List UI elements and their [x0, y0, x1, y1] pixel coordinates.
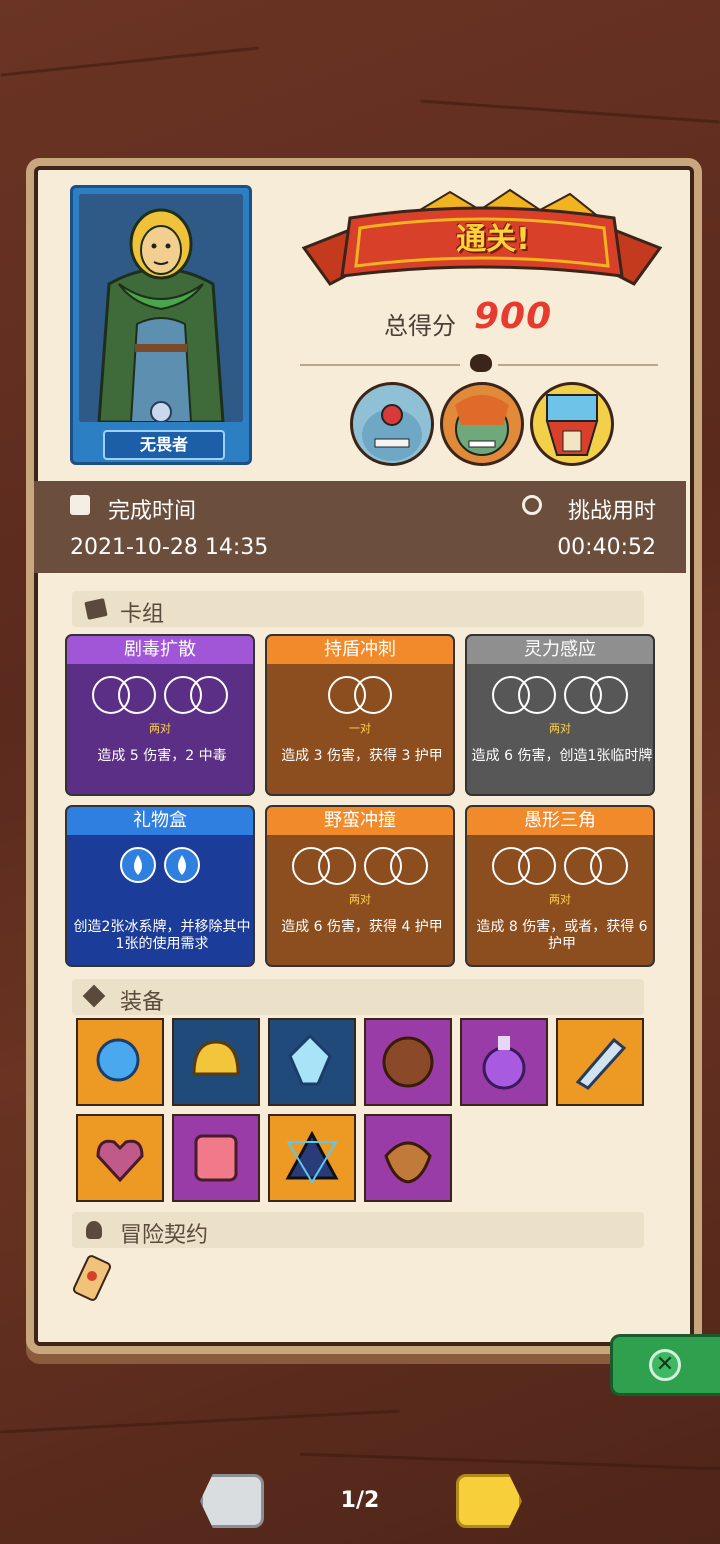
card-description: 造成 6 伤害，创造1张临时牌	[471, 748, 653, 764]
boss-portrait-masked[interactable]	[530, 382, 614, 466]
finish-time-label: 完成时间	[108, 499, 197, 524]
ring-pair-icon	[492, 676, 556, 714]
equipment-heading: 装备	[120, 990, 165, 1015]
deck-card[interactable]: 持盾冲刺一对造成 3 伤害，获得 3 护甲	[265, 634, 455, 796]
purple-potion-icon	[462, 1036, 546, 1108]
boss-portrait-orc[interactable]	[440, 382, 524, 466]
deck-card[interactable]: 愚形三角两对造成 8 伤害，或者，获得 6 护甲	[465, 805, 655, 967]
water-drop-icon	[164, 847, 200, 883]
equipment-slot[interactable]	[460, 1018, 548, 1106]
card-description: 造成 6 伤害，获得 4 护甲	[281, 919, 443, 935]
deck-card[interactable]: 灵力感应两对造成 6 伤害，创造1张临时牌	[465, 634, 655, 796]
broken-blade-icon	[558, 1037, 642, 1108]
card-title: 灵力感应	[467, 636, 653, 664]
ring-pair-icon	[564, 847, 628, 885]
person-icon	[86, 1221, 102, 1239]
blue-orb-icon	[78, 1038, 162, 1108]
golden-helmet-icon	[174, 1040, 258, 1108]
card-requirement	[67, 676, 253, 714]
card-requirement-label: 两对	[149, 722, 171, 735]
equipment-slot[interactable]	[556, 1018, 644, 1106]
ring-pair-icon	[292, 847, 356, 885]
hero-portrait	[79, 194, 243, 422]
card-requirement	[67, 847, 253, 883]
card-title: 野蛮冲撞	[267, 807, 453, 835]
cards-icon	[84, 598, 108, 620]
equipment-section-header: 装备	[72, 979, 644, 1015]
scroll-contract-icon[interactable]	[70, 1254, 114, 1306]
card-requirement-label: 一对	[349, 722, 371, 735]
equipment-slot[interactable]	[364, 1114, 452, 1202]
melting-block-icon	[174, 1134, 258, 1204]
ring-pair-icon	[492, 847, 556, 885]
wood-grain	[420, 99, 720, 124]
card-description: 造成 5 伤害，2 中毒	[97, 748, 227, 764]
next-page-button[interactable]	[456, 1474, 522, 1528]
boss-portrait-cyclops[interactable]	[350, 382, 434, 466]
card-requirement	[467, 676, 653, 714]
ring-pair-icon	[564, 676, 628, 714]
card-requirement-label: 两对	[549, 893, 571, 906]
ring-pair-icon	[364, 847, 428, 885]
equipment-slot[interactable]	[364, 1018, 452, 1106]
calendar-icon	[70, 495, 90, 515]
thorny-heart-icon	[78, 1139, 162, 1204]
ring-pair-icon	[164, 676, 228, 714]
score-value: 900	[474, 296, 553, 337]
time-bar: 完成时间 2021-10-28 14:35 挑战用时 00:40:52	[34, 481, 686, 573]
card-description: 造成 3 伤害，获得 3 护甲	[281, 748, 443, 764]
wooden-button-icon	[366, 1036, 450, 1108]
card-requirement	[467, 847, 653, 885]
score-label: 总得分	[384, 312, 456, 340]
prev-page-button[interactable]	[200, 1474, 264, 1528]
hero-name: 无畏者	[103, 430, 225, 460]
deck-card[interactable]: 剧毒扩散两对造成 5 伤害，2 中毒	[65, 634, 255, 796]
close-button[interactable]: ✕	[610, 1334, 720, 1396]
card-title: 愚形三角	[467, 807, 653, 835]
page-indicator: 1/2	[340, 1488, 380, 1513]
victory-title: 通关!	[456, 222, 530, 257]
card-requirement	[267, 847, 453, 885]
equipment-slot[interactable]	[268, 1018, 356, 1106]
deck-heading: 卡组	[120, 602, 165, 627]
hero-card[interactable]: 无畏者	[70, 185, 252, 465]
card-requirement-label: 两对	[549, 722, 571, 735]
leather-shield-icon	[366, 1141, 450, 1204]
card-title: 持盾冲刺	[267, 636, 453, 664]
crystal-gem-icon	[270, 1033, 354, 1108]
card-requirement	[267, 676, 453, 714]
challenge-time-value: 00:40:52	[557, 535, 656, 560]
stopwatch-icon	[522, 495, 542, 515]
close-icon: ✕	[649, 1349, 681, 1381]
hexagram-triangle-icon	[270, 1130, 354, 1204]
cube-icon	[82, 984, 106, 1008]
wood-grain	[300, 1452, 720, 1471]
equipment-slot[interactable]	[268, 1114, 356, 1202]
ring-pair-icon	[92, 676, 156, 714]
deck-card[interactable]: 野蛮冲撞两对造成 6 伤害，获得 4 护甲	[265, 805, 455, 967]
deck-card[interactable]: 礼物盒创造2张冰系牌，并移除其中1张的使用需求	[65, 805, 255, 967]
equipment-slot[interactable]	[76, 1018, 164, 1106]
contract-heading: 冒险契约	[120, 1223, 209, 1248]
deck-section-header: 卡组	[72, 591, 644, 627]
equipment-slot[interactable]	[172, 1114, 260, 1202]
equipment-slot[interactable]	[172, 1018, 260, 1106]
wood-grain	[0, 46, 260, 77]
card-requirement-label: 两对	[349, 893, 371, 906]
finish-time-value: 2021-10-28 14:35	[70, 535, 269, 560]
divider-right	[498, 364, 658, 366]
card-title: 礼物盒	[67, 807, 253, 835]
water-drop-icon	[120, 847, 156, 883]
wood-grain	[0, 1409, 400, 1434]
card-description: 创造2张冰系牌，并移除其中1张的使用需求	[73, 919, 251, 952]
challenge-time-label: 挑战用时	[567, 499, 656, 524]
contract-section-header: 冒险契约	[72, 1212, 644, 1248]
divider-left	[300, 364, 460, 366]
ring-pair-icon	[328, 676, 392, 714]
equipment-slot[interactable]	[76, 1114, 164, 1202]
card-description: 造成 8 伤害，或者，获得 6 护甲	[476, 919, 648, 952]
horned-skull-icon	[470, 354, 492, 372]
card-title: 剧毒扩散	[67, 636, 253, 664]
